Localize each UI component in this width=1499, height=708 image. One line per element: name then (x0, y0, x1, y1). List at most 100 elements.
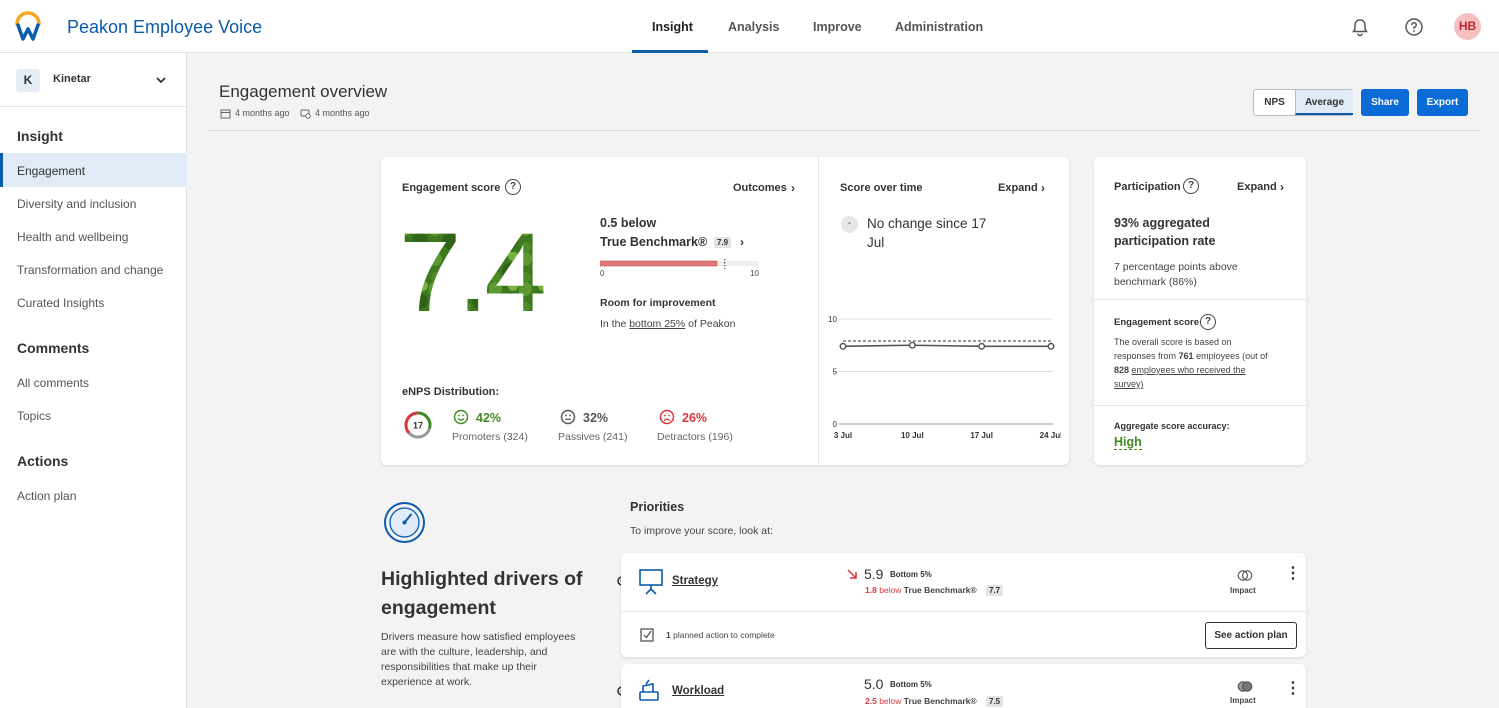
speedometer-icon (384, 502, 425, 543)
change-indicator-icon: - (841, 216, 858, 233)
calendar-icon (220, 109, 231, 119)
benchmark-delta: 0.5 below (600, 216, 657, 230)
smile-icon (453, 409, 469, 425)
engagement-score-text-2: responses from 761 employees (out of (1114, 351, 1268, 361)
chevron-right-icon[interactable]: › (791, 181, 795, 195)
y-tick-label: 0 (833, 420, 838, 429)
survey-date: 4 months ago (235, 108, 290, 118)
more-options-icon[interactable]: ⋮ (1285, 566, 1301, 582)
driver-benchmark-row: 2.5 below True Benchmark® (865, 696, 977, 706)
participation-sub-1: 7 percentage points above (1114, 261, 1238, 273)
impact-label: Impact (1230, 696, 1256, 705)
y-tick-label: 10 (828, 315, 837, 324)
help-icon[interactable] (1404, 17, 1424, 37)
sidebar-item-all-comments[interactable]: All comments (17, 376, 89, 390)
sidebar: K Kinetar Insight Engagement Diversity a… (0, 53, 187, 708)
help-circle-icon[interactable]: ? (1183, 178, 1199, 194)
passives-percent: 32% (583, 411, 609, 425)
help-circle-icon[interactable]: ? (1200, 314, 1216, 330)
score-bar-fill (600, 260, 718, 267)
chevron-right-icon[interactable]: › (1041, 181, 1045, 195)
benchmark-name: True Benchmark® (903, 585, 977, 595)
expand-score-over-time-link[interactable]: Expand (998, 182, 1038, 194)
driver-rank: Bottom 5% (890, 680, 932, 689)
sidebar-item-engagement[interactable]: Engagement (17, 164, 85, 178)
workday-logo[interactable] (13, 11, 43, 41)
room-prefix: In the (600, 318, 627, 330)
see-action-plan-button[interactable]: See action plan (1205, 622, 1297, 649)
tab-administration[interactable]: Administration (895, 20, 983, 34)
employees-out-of-text: employees (out of (1196, 351, 1268, 361)
below-text: below (879, 585, 902, 595)
priority-card-workload[interactable]: Workload 5.0 Bottom 5% 2.5 below True Be… (621, 664, 1306, 708)
bottom-percentile-link[interactable]: bottom 25% (629, 318, 685, 330)
engagement-score-text-4: survey) (1114, 379, 1144, 389)
company-name[interactable]: Kinetar (53, 73, 91, 85)
expand-participation-link[interactable]: Expand (1237, 181, 1277, 193)
sidebar-item-health[interactable]: Health and wellbeing (17, 230, 128, 244)
score-mode-toggle: NPS Average (1253, 89, 1353, 116)
sidebar-item-diversity[interactable]: Diversity and inclusion (17, 197, 136, 211)
sidebar-item-topics[interactable]: Topics (17, 409, 51, 423)
outcomes-link[interactable]: Outcomes (733, 182, 787, 194)
impact-icon (1237, 681, 1253, 692)
sidebar-item-action-plan[interactable]: Action plan (17, 489, 76, 503)
scale-max-label: 10 (750, 269, 759, 278)
room-for-improvement-text: In the bottom 25% of Peakon (600, 318, 735, 330)
drivers-title-2: engagement (381, 597, 496, 619)
change-text-line-1: No change since 17 (867, 216, 987, 231)
promoters-percent: 42% (476, 411, 502, 425)
priorities-subtitle: To improve your score, look at: (630, 525, 773, 537)
benchmark-delta: 1.8 (865, 585, 877, 595)
export-button[interactable]: Export (1417, 89, 1468, 116)
sidebar-heading-actions: Actions (17, 453, 69, 469)
benchmark-delta: 2.5 (865, 696, 877, 706)
driver-name[interactable]: Strategy (672, 575, 718, 587)
engagement-score-label: Engagement score (402, 182, 501, 194)
drivers-desc-1: Drivers measure how satisfied employees (381, 631, 576, 643)
x-tick-label: 17 Jul (970, 431, 993, 440)
engagement-card: Engagement score ? Outcomes › 7.4 0.5 be… (381, 157, 1069, 465)
frown-icon (659, 409, 675, 425)
priority-card-divider (621, 611, 1306, 612)
app-title[interactable]: Peakon Employee Voice (67, 17, 262, 38)
responses-count: 761 (1178, 351, 1194, 361)
sidebar-item-transformation[interactable]: Transformation and change (17, 263, 163, 277)
chevron-right-icon[interactable]: › (1280, 180, 1284, 194)
x-tick-label: 3 Jul (834, 431, 852, 440)
bell-icon[interactable] (1350, 17, 1370, 37)
chevron-down-icon[interactable] (155, 74, 167, 86)
enps-distribution-label: eNPS Distribution: (402, 386, 500, 398)
engagement-score-text-1: The overall score is based on (1114, 337, 1232, 347)
more-options-icon[interactable]: ⋮ (1285, 681, 1301, 697)
trend-down-icon (847, 569, 857, 579)
avatar[interactable]: HB (1454, 13, 1481, 40)
accuracy-label: Aggregate score accuracy: (1114, 421, 1230, 431)
data-updated-date: 4 months ago (315, 108, 370, 118)
tab-improve[interactable]: Improve (813, 20, 862, 34)
planned-actions-label: planned action to complete (673, 630, 775, 640)
drivers-desc-4: experience at work. (381, 676, 473, 688)
tab-insight[interactable]: Insight (652, 20, 693, 34)
benchmark-name[interactable]: True Benchmark® (600, 235, 707, 249)
workload-stack-icon (639, 679, 659, 701)
participation-divider (1094, 405, 1306, 406)
participation-label: Participation (1114, 181, 1181, 193)
share-button[interactable]: Share (1361, 89, 1409, 116)
benchmark-value-badge: 7.5 (986, 696, 1004, 707)
help-circle-icon[interactable]: ? (505, 179, 521, 195)
benchmark-value-badge: 7.7 (986, 585, 1004, 596)
nps-toggle-option[interactable]: NPS (1254, 90, 1295, 115)
room-for-improvement-title: Room for improvement (600, 297, 716, 309)
tab-analysis[interactable]: Analysis (728, 20, 779, 34)
y-tick-label: 5 (833, 368, 838, 377)
accuracy-value[interactable]: High (1114, 435, 1142, 450)
driver-name[interactable]: Workload (672, 685, 724, 697)
recipients-link[interactable]: employees who received the (1132, 365, 1246, 375)
room-suffix: of Peakon (688, 318, 736, 330)
priority-card-strategy[interactable]: Strategy 5.9 Bottom 5% 1.8 below True Be… (621, 553, 1306, 657)
average-toggle-option[interactable]: Average (1295, 90, 1353, 115)
chevron-right-icon[interactable]: › (740, 235, 744, 249)
sidebar-item-curated-insights[interactable]: Curated Insights (17, 296, 104, 310)
checklist-icon (640, 628, 654, 642)
